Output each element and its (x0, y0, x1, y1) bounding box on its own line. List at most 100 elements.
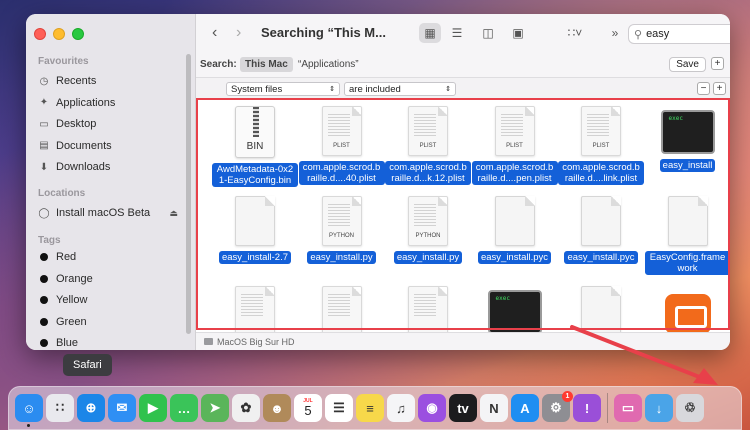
stepper-icon: ⇕ (329, 86, 335, 93)
search-field[interactable]: ⚲ easy ✕ (628, 24, 730, 44)
file-item[interactable] (558, 286, 644, 336)
add-criteria-button[interactable]: + (711, 57, 724, 70)
sidebar-item-install-macos-beta[interactable]: ◯ Install macOS Beta ⏏ (38, 204, 188, 222)
sidebar-item-downloads[interactable]: ⬇ Downloads (38, 158, 188, 176)
dock-downloads-stack[interactable]: ↓ (645, 394, 673, 422)
sidebar-item-label: Blue (56, 337, 79, 349)
sidebar-item-desktop[interactable]: ▭ Desktop (38, 115, 188, 133)
add-criteria-row-button[interactable]: + (713, 82, 726, 95)
dock-music[interactable]: ♫ (387, 394, 415, 422)
dock-launchpad[interactable]: ∷ (46, 394, 74, 422)
file-item[interactable]: BIN AwdMetadata-0x21-EasyConfig.bin (212, 106, 298, 187)
scope-this-mac[interactable]: This Mac (240, 57, 293, 72)
dock-news[interactable]: N (480, 394, 508, 422)
path-bar: MacOS Big Sur HD (196, 332, 730, 350)
dock-system-preferences[interactable]: ⚙ 1 (542, 391, 573, 422)
file-item[interactable] (385, 286, 471, 336)
running-indicator (27, 424, 30, 427)
file-item[interactable] (212, 286, 298, 336)
dock-screen[interactable]: ▭ (614, 394, 642, 422)
search-input[interactable]: easy (646, 28, 669, 40)
file-item[interactable]: EasyConfig.framework (644, 196, 730, 275)
file-item[interactable] (299, 286, 385, 336)
file-type-label: PYTHON (415, 233, 441, 239)
save-search-button[interactable]: Save (669, 57, 706, 72)
file-type-label: PLIST (333, 143, 350, 149)
dock-finder[interactable]: ☺ (15, 394, 43, 427)
sidebar-item-recents[interactable]: ◷ Recents (38, 72, 188, 90)
window-title: Searching “This M... (261, 25, 386, 40)
document-file-icon: PLIST (494, 106, 535, 156)
zoom-window-button[interactable] (72, 28, 84, 40)
icon-view-icon[interactable]: ▦ (419, 23, 441, 43)
criteria-attribute-select[interactable]: System files ⇕ (226, 82, 340, 96)
file-item[interactable]: PYTHON easy_install.py (299, 196, 385, 264)
notes-icon: ≡ (366, 400, 374, 416)
sidebar-scrollbar[interactable] (186, 54, 191, 334)
search-icon: ⚲ (634, 28, 643, 41)
finder-main: ‹ › Searching “This M... ▦ ☰ ◫ ▣ ∷˅ » ⚲ … (196, 14, 730, 350)
document-file-icon: PYTHON (408, 196, 448, 246)
dock-trash[interactable]: ♲ (676, 394, 704, 422)
file-item[interactable]: exec (472, 286, 558, 334)
file-type-label: PLIST (592, 143, 610, 149)
file-item[interactable]: PYTHON easy_install.py (385, 196, 471, 264)
eject-icon[interactable]: ⏏ (169, 208, 178, 219)
dock-facetime[interactable]: ▶ (139, 394, 167, 422)
more-chevron-icon[interactable]: » (604, 23, 626, 43)
sidebar-item-documents[interactable]: ▤ Documents (38, 137, 188, 155)
sidebar-section-tags: Tags (38, 235, 61, 246)
dock-app-store[interactable]: A (511, 394, 539, 422)
dock-safari[interactable]: ⊕ (77, 394, 105, 422)
minimize-window-button[interactable] (53, 28, 65, 40)
dock-calendar[interactable]: JUL 5 (294, 394, 322, 422)
file-item[interactable]: PLIST com.apple.scrod.braille.d....pen.pl… (471, 106, 558, 185)
file-item[interactable]: easy_install-2.7 (212, 196, 298, 264)
file-item[interactable] (645, 286, 731, 334)
documents-icon: ▤ (39, 140, 49, 151)
group-by-icon[interactable]: ∷˅ (560, 23, 590, 43)
dock-mail[interactable]: ✉ (108, 394, 136, 422)
gallery-view-icon[interactable]: ▣ (507, 23, 529, 43)
tag-dot-icon (38, 337, 50, 349)
blank-file-icon (581, 196, 621, 246)
dock-photos[interactable]: ✿ (232, 394, 260, 422)
downloads-folder-icon: ↓ (655, 400, 663, 416)
dock-messages[interactable]: … (170, 394, 198, 422)
blank-file-icon (581, 286, 621, 336)
file-item[interactable]: PLIST com.apple.scrod.braille.d....link.p… (558, 106, 644, 185)
trash-icon: ♲ (684, 400, 696, 415)
dock-reminders[interactable]: ☰ (325, 394, 353, 422)
list-view-icon[interactable]: ☰ (446, 23, 468, 43)
document-file-icon: PLIST (321, 106, 362, 156)
sidebar-tag-orange[interactable]: Orange (38, 270, 188, 288)
column-view-icon[interactable]: ◫ (477, 23, 499, 43)
dock-maps[interactable]: ➤ (201, 394, 229, 422)
file-item[interactable]: exec easy_install (645, 106, 731, 172)
forward-button[interactable]: › (236, 24, 241, 42)
close-window-button[interactable] (34, 28, 46, 40)
dock-feedback[interactable]: ! (573, 394, 601, 422)
dock-podcasts[interactable]: ◉ (418, 394, 446, 422)
dock-contacts[interactable]: ☻ (263, 394, 291, 422)
file-item[interactable]: easy_install.pyc (472, 196, 558, 264)
app-store-icon: A (520, 400, 530, 416)
sidebar-item-applications[interactable]: ✦ Applications (38, 94, 188, 112)
dock-tv[interactable]: tv (449, 394, 477, 422)
scope-applications[interactable]: “Applications” (293, 57, 364, 72)
file-item[interactable]: PLIST com.apple.scrod.braille.d...k.12.pl… (385, 106, 471, 185)
criteria-operator-select[interactable]: are included ⇕ (344, 82, 456, 96)
back-button[interactable]: ‹ (212, 24, 217, 42)
sidebar-tag-green[interactable]: Green (38, 313, 188, 331)
sidebar-tag-yellow[interactable]: Yellow (38, 291, 188, 309)
document-file-icon (321, 286, 362, 336)
application-icon (664, 294, 711, 334)
dock-notes[interactable]: ≡ (356, 394, 384, 422)
sidebar-tag-blue[interactable]: Blue (38, 334, 188, 350)
file-item[interactable]: easy_install.pyc (558, 196, 644, 264)
sidebar-tag-red[interactable]: Red (38, 248, 188, 266)
safari-icon: ⊕ (85, 400, 97, 415)
news-icon: N (489, 400, 499, 416)
remove-criteria-button[interactable]: − (697, 82, 710, 95)
file-item[interactable]: PLIST com.apple.scrod.braille.d....40.pli… (298, 106, 385, 185)
